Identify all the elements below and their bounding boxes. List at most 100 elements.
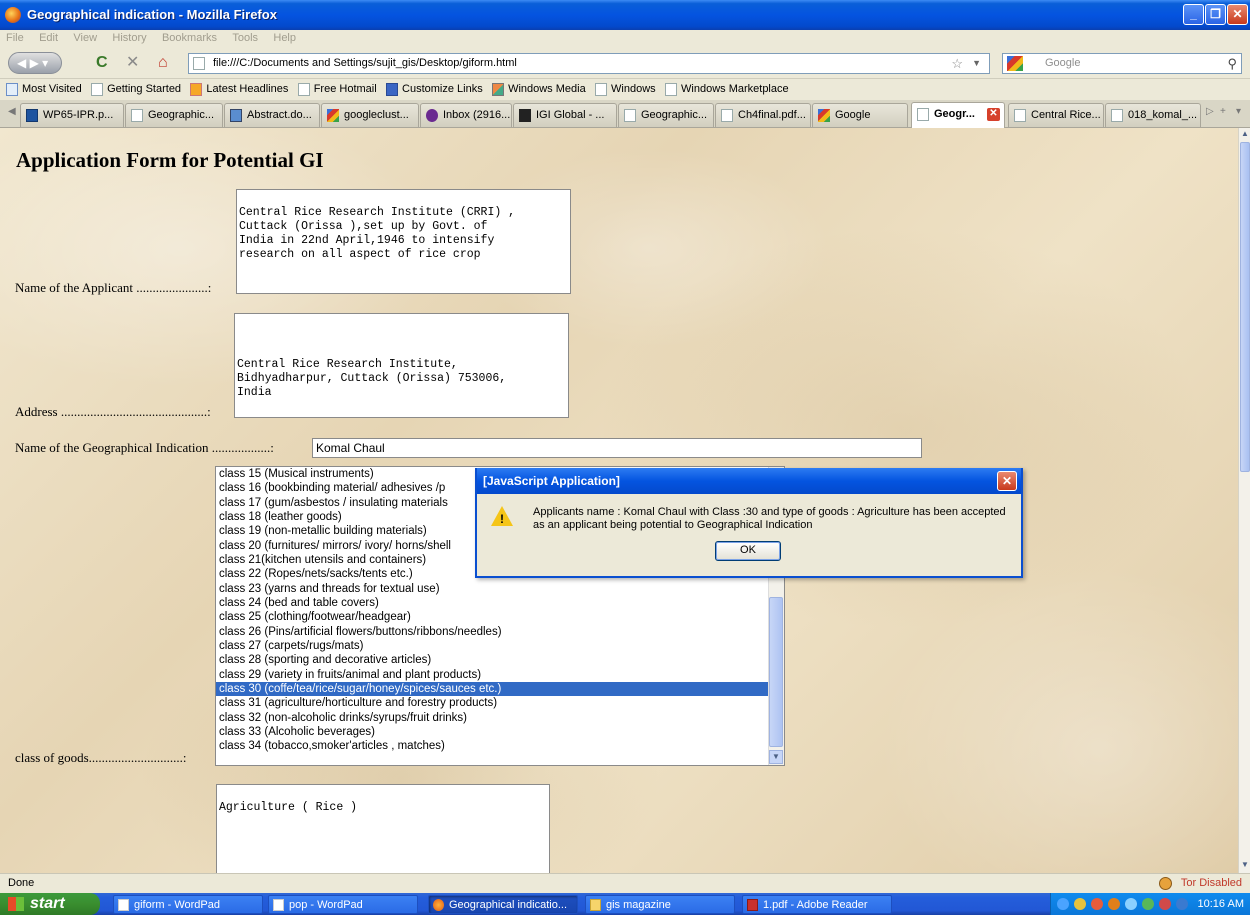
class-option[interactable]: class 33 (Alcoholic beverages): [216, 725, 784, 739]
menu-help[interactable]: Help: [267, 30, 302, 46]
search-bar[interactable]: Google ⚲: [1002, 53, 1242, 74]
tab-central-rice[interactable]: Central Rice...: [1008, 103, 1104, 127]
bookmark-windows-media[interactable]: Windows Media: [492, 79, 586, 99]
menu-history[interactable]: History: [106, 30, 152, 46]
search-icon[interactable]: ⚲: [1227, 54, 1237, 73]
stop-icon[interactable]: ✕: [126, 52, 139, 74]
tab-close-icon[interactable]: ✕: [987, 108, 1000, 121]
taskbar: start giform - WordPad pop - WordPad Geo…: [0, 893, 1250, 915]
bookmark-star-icon[interactable]: ☆: [951, 54, 963, 73]
menu-edit[interactable]: Edit: [33, 30, 64, 46]
page-scroll-thumb[interactable]: [1240, 142, 1250, 472]
clock[interactable]: 10:16 AM: [1198, 893, 1244, 915]
page-icon: [624, 109, 636, 122]
folder-icon: [590, 899, 601, 911]
applicant-name-textarea[interactable]: Central Rice Research Institute (CRRI) ,…: [236, 189, 571, 294]
class-option[interactable]: class 31 (agriculture/horticulture and f…: [216, 696, 784, 710]
menu-bookmarks[interactable]: Bookmarks: [156, 30, 223, 46]
menu-tools[interactable]: Tools: [226, 30, 264, 46]
class-option[interactable]: class 27 (carpets/rugs/mats): [216, 639, 784, 653]
msn-icon: [386, 82, 399, 96]
address-textarea[interactable]: Central Rice Research Institute, Bidhyad…: [234, 313, 569, 418]
tray-icon[interactable]: [1176, 898, 1189, 910]
windows-media-icon: [492, 82, 505, 96]
class-option[interactable]: class 23 (yarns and threads for textual …: [216, 582, 784, 596]
tab-geogr-active[interactable]: Geogr... ✕: [911, 102, 1005, 128]
class-option[interactable]: class 29 (variety in fruits/animal and p…: [216, 668, 784, 682]
tray-icon[interactable]: [1108, 898, 1121, 910]
bookmark-windows-marketplace[interactable]: Windows Marketplace: [665, 79, 789, 99]
menu-file[interactable]: File: [0, 30, 30, 46]
tab-scroll-left-icon[interactable]: ◀: [8, 106, 16, 117]
taskbar-pop-wordpad[interactable]: pop - WordPad: [268, 895, 418, 914]
bookmark-getting-started[interactable]: Getting Started: [91, 79, 181, 99]
class-option[interactable]: class 28 (sporting and decorative articl…: [216, 653, 784, 667]
tab-igi-global[interactable]: IGI Global - ...: [513, 103, 617, 127]
bookmark-free-hotmail[interactable]: Free Hotmail: [297, 79, 377, 99]
new-tab-icon[interactable]: +: [1220, 106, 1226, 117]
system-tray: 10:16 AM: [1050, 893, 1250, 915]
yahoo-icon: [426, 109, 438, 122]
menu-view[interactable]: View: [67, 30, 103, 46]
class-option-selected[interactable]: class 30 (coffe/tea/rice/sugar/honey/spi…: [216, 681, 784, 697]
tab-ch4final[interactable]: Ch4final.pdf...: [715, 103, 811, 127]
google-icon[interactable]: [1007, 56, 1023, 71]
tab-wp65[interactable]: WP65-IPR.p...: [20, 103, 124, 127]
tab-abstract[interactable]: Abstract.do...: [224, 103, 320, 127]
ok-button[interactable]: OK: [715, 541, 781, 561]
maximize-button[interactable]: ❐: [1205, 4, 1226, 25]
url-bar[interactable]: file:///C:/Documents and Settings/sujit_…: [188, 53, 990, 74]
listbox-scroll-down-icon[interactable]: ▼: [769, 750, 783, 764]
bookmark-customize-links[interactable]: Customize Links: [386, 79, 483, 99]
tray-icon[interactable]: [1057, 898, 1069, 910]
tray-icon[interactable]: [1125, 898, 1138, 910]
bookmark-windows[interactable]: Windows: [595, 79, 656, 99]
gi-name-label: Name of the Geographical Indication ....…: [15, 440, 274, 455]
reload-icon[interactable]: C: [96, 52, 108, 74]
url-dropdown-icon[interactable]: ▼: [972, 54, 981, 73]
start-button[interactable]: start: [0, 893, 100, 915]
taskbar-gis-magazine[interactable]: gis magazine: [585, 895, 735, 914]
tray-icon[interactable]: [1091, 898, 1104, 910]
dialog-close-button[interactable]: ✕: [997, 471, 1017, 491]
class-option[interactable]: class 24 (bed and table covers): [216, 596, 784, 610]
class-option[interactable]: class 25 (clothing/footwear/headgear): [216, 610, 784, 624]
tray-icon[interactable]: [1159, 898, 1172, 910]
taskbar-adobe-reader[interactable]: 1.pdf - Adobe Reader: [742, 895, 892, 914]
tab-bar: ◀ WP65-IPR.p... Geographic... Abstract.d…: [0, 100, 1250, 128]
bookmark-most-visited[interactable]: Most Visited: [6, 79, 82, 99]
scroll-down-icon[interactable]: ▼: [1240, 860, 1250, 872]
taskbar-giform-wordpad[interactable]: giform - WordPad: [113, 895, 263, 914]
minimize-button[interactable]: _: [1183, 4, 1204, 25]
pdf-icon: [747, 899, 758, 911]
tor-status[interactable]: Tor Disabled: [1181, 874, 1242, 893]
tray-icon[interactable]: [1142, 898, 1155, 910]
listbox-scroll-thumb[interactable]: [769, 597, 783, 747]
type-of-goods-textarea[interactable]: Agriculture ( Rice ): [216, 784, 550, 873]
page-icon: [91, 82, 104, 96]
class-option[interactable]: class 32 (non-alcoholic drinks/syrups/fr…: [216, 711, 784, 725]
tab-googleclust[interactable]: googleclust...: [321, 103, 419, 127]
gi-name-input[interactable]: Komal Chaul: [312, 438, 922, 458]
tab-scroll-right-icon[interactable]: ▷: [1206, 106, 1214, 117]
close-button[interactable]: ✕: [1227, 4, 1248, 25]
tab-inbox[interactable]: Inbox (2916...: [420, 103, 512, 127]
tab-geographic-2[interactable]: Geographic...: [618, 103, 714, 127]
tab-google[interactable]: Google: [812, 103, 908, 127]
scroll-up-icon[interactable]: ▲: [1240, 129, 1250, 141]
page-scrollbar[interactable]: ▲ ▼: [1238, 128, 1250, 873]
search-placeholder: Google: [1045, 57, 1081, 69]
back-forward-buttons[interactable]: ◀ ▶ ▾: [8, 52, 62, 74]
tab-geographic-1[interactable]: Geographic...: [125, 103, 223, 127]
tray-icon[interactable]: [1074, 898, 1087, 910]
address-label: Address ................................…: [15, 404, 211, 419]
tab-018-komal[interactable]: 018_komal_...: [1105, 103, 1201, 127]
bookmark-latest-headlines[interactable]: Latest Headlines: [190, 79, 288, 99]
tor-icon[interactable]: [1159, 877, 1172, 890]
class-option[interactable]: class 26 (Pins/artificial flowers/button…: [216, 625, 784, 639]
class-option[interactable]: class 34 (tobacco,smoker'articles , matc…: [216, 739, 784, 753]
most-visited-icon: [6, 82, 18, 96]
tab-list-icon[interactable]: ▾: [1236, 106, 1241, 117]
taskbar-firefox[interactable]: Geographical indicatio...: [428, 895, 578, 914]
home-icon[interactable]: ⌂: [158, 52, 168, 74]
